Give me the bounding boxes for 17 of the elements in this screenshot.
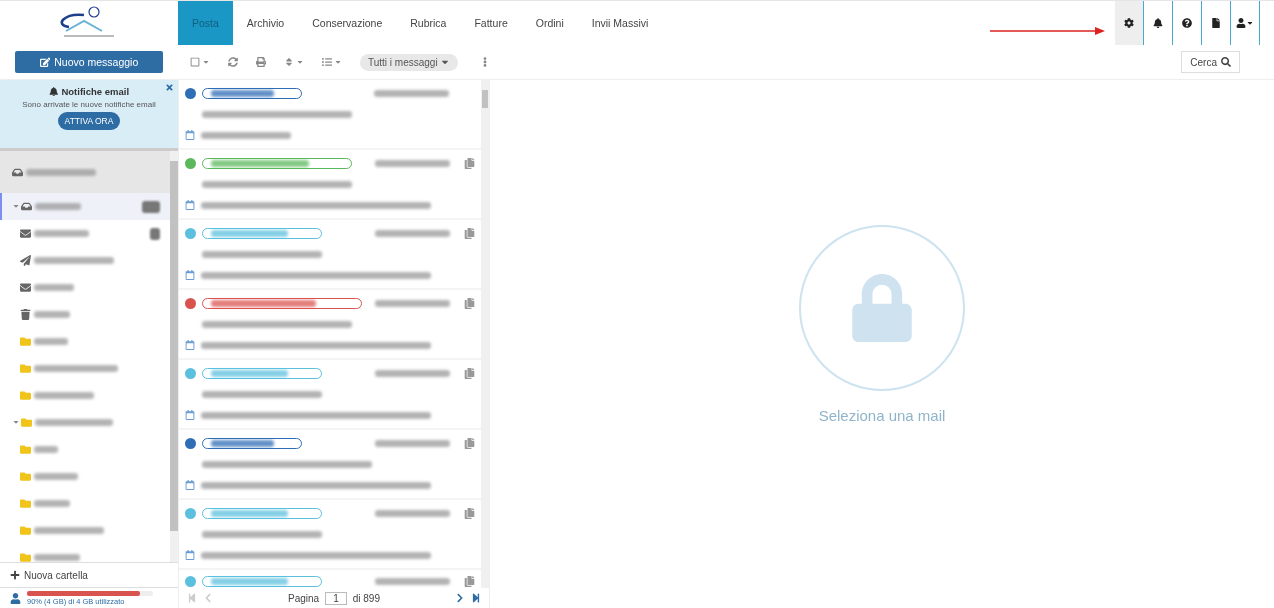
nav-tab[interactable]: Ordini xyxy=(521,1,578,45)
notification-text: Sono arrivate le nuove notifiche email xyxy=(22,100,156,109)
nav-tab[interactable]: Conservazione xyxy=(298,1,397,45)
nav-tab[interactable]: Invii Massivi xyxy=(577,1,663,45)
page-field[interactable]: 1 xyxy=(325,591,347,605)
page-label: Pagina xyxy=(288,592,320,604)
page-count: di 899 xyxy=(352,592,380,604)
nav-tab[interactable]: Archivio xyxy=(232,1,299,45)
search-button[interactable]: Cerca xyxy=(1181,51,1240,73)
new-message-button[interactable]: Nuovo messaggio xyxy=(15,51,163,73)
activate-button[interactable]: ATTIVA ORA xyxy=(57,112,121,130)
new-folder-button[interactable]: Nuova cartella xyxy=(0,562,178,587)
nav-tab[interactable]: Rubrica xyxy=(396,1,461,45)
notification-title: Notifiche email xyxy=(61,86,130,97)
nav-tab[interactable]: Fatture xyxy=(460,1,522,45)
filter-dropdown[interactable]: Tutti i messaggi xyxy=(360,53,458,71)
empty-message: Seleziona una mail xyxy=(818,407,946,424)
